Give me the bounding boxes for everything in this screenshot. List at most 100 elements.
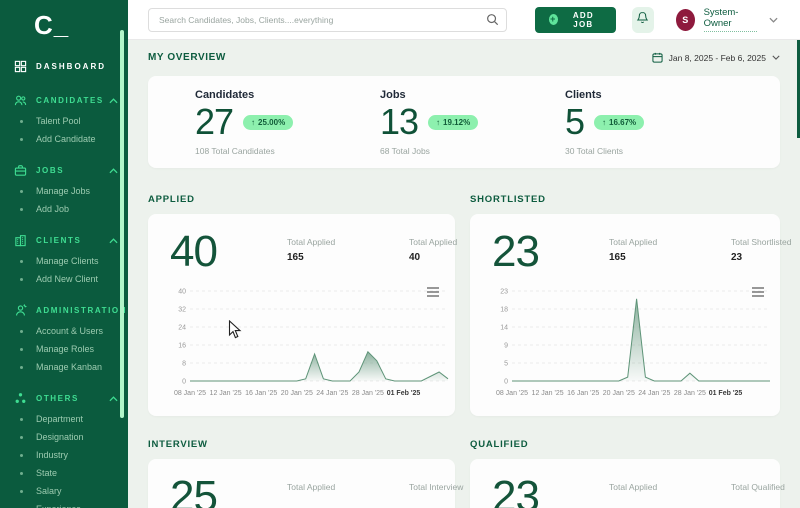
- chart-section-title: APPLIED: [148, 194, 195, 205]
- chevron-down-icon[interactable]: [769, 17, 778, 23]
- sidebar-section-candidates: CANDIDATES Talent Pool Add Candidate: [0, 89, 128, 148]
- chevron-up-icon: [109, 395, 118, 402]
- svg-text:40: 40: [178, 288, 186, 295]
- dots-icon: [14, 392, 27, 405]
- sidebar-item-department[interactable]: Department: [0, 410, 128, 428]
- chart-card-interview: 25 Total Applied Total Interview: [148, 459, 463, 508]
- sidebar-item-salary[interactable]: Salary: [0, 482, 128, 500]
- svg-text:0: 0: [504, 378, 508, 385]
- sidebar-item-manage-clients[interactable]: Manage Clients: [0, 252, 128, 270]
- sidebar-item-add-new-client[interactable]: Add New Client: [0, 270, 128, 288]
- sidebar-item-label: Account & Users: [36, 326, 104, 336]
- stat-title: Jobs: [380, 89, 406, 101]
- sidebar-scrollbar[interactable]: [120, 30, 124, 418]
- search-input[interactable]: [148, 7, 507, 32]
- sidebar-section-label: DASHBOARD: [36, 62, 106, 71]
- svg-text:28 Jan '25: 28 Jan '25: [352, 390, 384, 397]
- sidebar-item-administration[interactable]: ADMINISTRATION: [0, 299, 128, 322]
- admin-icon: [14, 304, 27, 317]
- sidebar-item-label: Add New Client: [36, 274, 99, 284]
- charts-grid: APPLIED 40 Total Applied 165 Total Applied 40…: [148, 194, 791, 508]
- chart-menu-icon[interactable]: [427, 284, 439, 297]
- sidebar-item-jobs[interactable]: JOBS: [0, 159, 128, 182]
- sidebar-item-experience[interactable]: Experience: [0, 500, 128, 508]
- sidebar-item-industry[interactable]: Industry: [0, 446, 128, 464]
- chart-stat-label: Total Qualified: [731, 482, 785, 492]
- search-icon[interactable]: [486, 13, 499, 26]
- avatar[interactable]: S: [675, 8, 695, 31]
- chart-section-title: SHORTLISTED: [470, 194, 546, 205]
- bullet-icon: [20, 119, 23, 123]
- sidebar-nav: DASHBOARD CANDIDATES Talent Pool Add Candid…: [0, 55, 128, 508]
- sidebar-section-jobs: JOBS Manage Jobs Add Job: [0, 159, 128, 218]
- sidebar-section-label: CLIENTS: [36, 236, 82, 245]
- svg-text:14: 14: [500, 324, 508, 331]
- sidebar-item-talent-pool[interactable]: Talent Pool: [0, 112, 128, 130]
- bell-icon: [636, 11, 649, 29]
- svg-text:16 Jan '25: 16 Jan '25: [245, 390, 277, 397]
- sidebar-item-manage-kanban[interactable]: Manage Kanban: [0, 358, 128, 376]
- date-range-text: Jan 8, 2025 - Feb 6, 2025: [668, 52, 766, 63]
- people-icon: [14, 94, 27, 107]
- chart-big-value: 40: [170, 227, 218, 276]
- sidebar-item-label: Industry: [36, 450, 69, 460]
- chart-section-title: INTERVIEW: [148, 439, 208, 450]
- sidebar-item-label: Manage Kanban: [36, 362, 103, 372]
- bullet-icon: [20, 435, 23, 439]
- sidebar-item-designation[interactable]: Designation: [0, 428, 128, 446]
- sidebar-item-manage-jobs[interactable]: Manage Jobs: [0, 182, 128, 200]
- overview-stat-candidates: Candidates 27 ↑ 25.00% 108 Total Candidates: [195, 89, 380, 168]
- overview-stat-jobs: Jobs 13 ↑ 19.12% 68 Total Jobs: [380, 89, 565, 168]
- overview-header: MY OVERVIEW Jan 8, 2025 - Feb 6, 2025: [148, 52, 780, 63]
- notifications-button[interactable]: [631, 6, 654, 33]
- chevron-up-icon: [109, 237, 118, 244]
- chart-plot-shortlisted: 0 5 9 14 18 23 08 Jan '25 12 Jan '25 16 Jan '25 2…: [492, 285, 770, 403]
- chart-stat: Total Qualified: [731, 476, 800, 497]
- stat-title: Candidates: [195, 89, 255, 101]
- user-menu[interactable]: System-Owner: [703, 7, 757, 32]
- sidebar-item-label: Add Candidate: [36, 134, 96, 144]
- sidebar-item-others[interactable]: OTHERS: [0, 387, 128, 410]
- stat-total: 30 Total Clients: [565, 146, 623, 156]
- date-range-picker[interactable]: Jan 8, 2025 - Feb 6, 2025: [652, 52, 780, 63]
- svg-text:23: 23: [500, 288, 508, 295]
- bullet-icon: [20, 137, 23, 141]
- chart-block-interview: INTERVIEW 25 Total Applied Total Interview: [148, 439, 463, 508]
- chart-stat: Total Applied 165: [287, 231, 387, 263]
- chart-block-applied: APPLIED 40 Total Applied 165 Total Applied 40…: [148, 194, 457, 416]
- search-wrap: [148, 7, 507, 32]
- sidebar-item-clients[interactable]: CLIENTS: [0, 229, 128, 252]
- svg-text:9: 9: [504, 342, 508, 349]
- arrow-up-icon: ↑: [251, 117, 256, 127]
- chart-stat: Total Applied: [287, 476, 387, 497]
- bullet-icon: [20, 471, 23, 475]
- chart-menu-icon[interactable]: [752, 284, 764, 297]
- svg-text:20 Jan '25: 20 Jan '25: [603, 390, 635, 397]
- sidebar-item-add-job[interactable]: Add Job: [0, 200, 128, 218]
- topbar: + ADD JOB S System-Owner: [128, 0, 800, 40]
- sidebar-item-state[interactable]: State: [0, 464, 128, 482]
- calendar-icon: [652, 52, 663, 63]
- sidebar-item-label: Talent Pool: [36, 116, 81, 126]
- stat-total: 108 Total Candidates: [195, 146, 275, 156]
- bullet-icon: [20, 189, 23, 193]
- sidebar-section-others: OTHERS Department Designation Industry State…: [0, 387, 128, 508]
- add-job-button[interactable]: + ADD JOB: [534, 6, 616, 33]
- sidebar-section-label: OTHERS: [36, 394, 79, 403]
- sidebar-item-candidates[interactable]: CANDIDATES: [0, 89, 128, 112]
- svg-text:5: 5: [504, 360, 508, 367]
- sidebar-item-label: Add Job: [36, 204, 70, 214]
- sidebar-item-manage-roles[interactable]: Manage Roles: [0, 340, 128, 358]
- bullet-icon: [20, 329, 23, 333]
- sidebar-item-label: State: [36, 468, 58, 478]
- overview-card: Candidates 27 ↑ 25.00% 108 Total Candidates J…: [148, 76, 780, 168]
- sidebar-item-add-candidate[interactable]: Add Candidate: [0, 130, 128, 148]
- sidebar-item-dashboard[interactable]: DASHBOARD: [0, 55, 128, 78]
- svg-text:08 Jan '25: 08 Jan '25: [174, 390, 206, 397]
- sidebar-item-account-users[interactable]: Account & Users: [0, 322, 128, 340]
- chart-stat-label: Total Applied: [287, 482, 336, 492]
- building-icon: [14, 234, 27, 247]
- arrow-up-icon: ↑: [602, 117, 607, 127]
- area-chart-applied: 0 8 16 24 32 40 08 Jan '25 12 Jan '25 16 Jan '25…: [174, 288, 449, 397]
- chart-block-shortlisted: SHORTLISTED 23 Total Applied 165 Total Short…: [470, 194, 791, 416]
